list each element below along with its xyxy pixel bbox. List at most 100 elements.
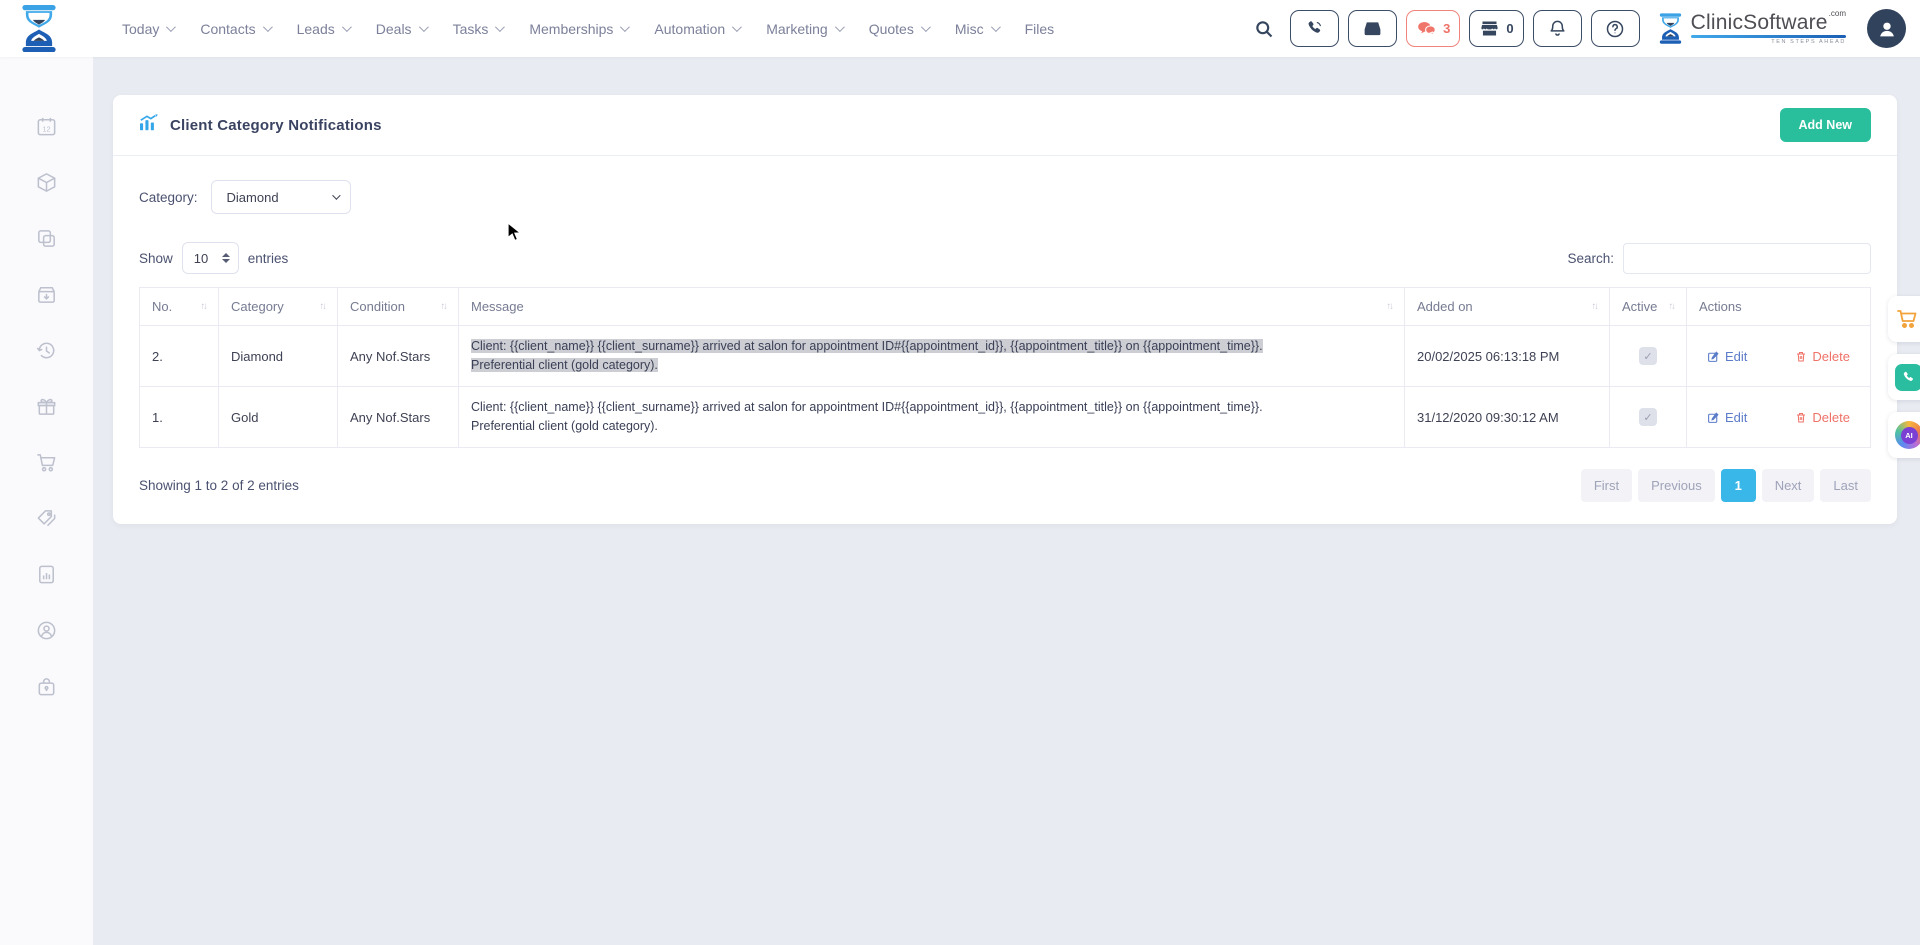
cell-category: Gold [219, 387, 338, 448]
chevron-down-icon [620, 22, 630, 32]
chat-count-badge: 3 [1443, 21, 1450, 36]
column-header-condition[interactable]: Condition↑↓ [338, 288, 459, 326]
edit-button[interactable]: Edit [1707, 349, 1747, 364]
sort-icon: ↑↓ [441, 301, 447, 312]
pagination-last-button[interactable]: Last [1820, 469, 1871, 502]
column-header-message[interactable]: Message↑↓ [459, 288, 1405, 326]
brand-underline [1691, 35, 1846, 38]
pagination: First Previous 1 Next Last [1581, 469, 1871, 502]
cell-no: 1. [140, 387, 219, 448]
edit-button[interactable]: Edit [1707, 410, 1747, 425]
nav-item-marketing[interactable]: Marketing [766, 21, 841, 37]
table-row: 2. Diamond Any Nof.Stars Client: {{clien… [140, 326, 1871, 387]
ai-widget[interactable]: AI [1888, 412, 1920, 458]
inbox-icon[interactable] [1348, 10, 1397, 47]
nav-item-automation[interactable]: Automation [654, 21, 739, 37]
cell-message: Client: {{client_name}} {{client_surname… [459, 326, 1405, 387]
nav-item-contacts[interactable]: Contacts [200, 21, 269, 37]
chevron-down-icon [332, 191, 340, 199]
nav-item-tasks[interactable]: Tasks [453, 21, 503, 37]
pos-icon[interactable]: 0 [1469, 10, 1523, 47]
pagination-next-button[interactable]: Next [1762, 469, 1815, 502]
clinicsoftware-logo[interactable]: ClinicSoftware .com TEN STEPS AHEAD [1657, 12, 1846, 46]
nav-label: Marketing [766, 21, 827, 37]
ai-icon: AI [1895, 421, 1920, 449]
chevron-down-icon [419, 22, 429, 32]
nav-label: Misc [955, 21, 984, 37]
report-icon[interactable] [35, 563, 58, 586]
support-icon[interactable] [35, 619, 58, 642]
cart-icon[interactable] [35, 451, 58, 474]
nav-label: Files [1025, 21, 1055, 37]
column-header-actions: Actions [1687, 288, 1871, 326]
nav-item-deals[interactable]: Deals [376, 21, 426, 37]
phone-icon[interactable] [1290, 10, 1339, 47]
nav-item-memberships[interactable]: Memberships [529, 21, 627, 37]
archive-box-icon[interactable] [35, 283, 58, 306]
cell-category: Diamond [219, 326, 338, 387]
pagination-first-button[interactable]: First [1581, 469, 1632, 502]
gift-icon[interactable] [35, 395, 58, 418]
column-header-added-on[interactable]: Added on↑↓ [1405, 288, 1610, 326]
show-label: Show [139, 251, 173, 266]
delete-button[interactable]: Delete [1795, 410, 1850, 425]
delete-button[interactable]: Delete [1795, 349, 1850, 364]
nav-label: Quotes [869, 21, 914, 37]
add-new-button[interactable]: Add New [1780, 108, 1871, 142]
phone-widget[interactable] [1888, 354, 1920, 400]
search-label: Search: [1567, 251, 1614, 266]
user-avatar[interactable] [1867, 9, 1906, 48]
copy-icon[interactable] [35, 227, 58, 250]
sort-icon: ↑↓ [201, 301, 207, 312]
column-header-category[interactable]: Category↑↓ [219, 288, 338, 326]
chat-icon[interactable]: 3 [1406, 10, 1460, 47]
chevron-down-icon [342, 22, 352, 32]
nav-item-leads[interactable]: Leads [297, 21, 349, 37]
nav-label: Deals [376, 21, 412, 37]
cell-active: ✓ [1610, 326, 1687, 387]
cell-no: 2. [140, 326, 219, 387]
pagination-previous-button[interactable]: Previous [1638, 469, 1715, 502]
nav-label: Tasks [453, 21, 489, 37]
cart-widget[interactable] [1888, 296, 1920, 342]
table-summary: Showing 1 to 2 of 2 entries [139, 478, 299, 493]
category-selected-value: Diamond [227, 190, 279, 205]
lock-icon[interactable] [35, 675, 58, 698]
category-select[interactable]: Diamond [211, 180, 351, 214]
chart-title-icon [139, 114, 158, 136]
column-header-active[interactable]: Active↑↓ [1610, 288, 1687, 326]
help-icon[interactable] [1591, 10, 1640, 47]
active-checkbox[interactable]: ✓ [1639, 347, 1657, 365]
pagination-page-1-button[interactable]: 1 [1721, 469, 1756, 502]
cell-condition: Any Nof.Stars [338, 326, 459, 387]
app-logo-hourglass-icon[interactable] [18, 5, 60, 53]
package-icon[interactable] [35, 171, 58, 194]
brand-tagline: TEN STEPS AHEAD [1691, 40, 1846, 46]
page-length-value: 10 [194, 251, 208, 266]
cell-active: ✓ [1610, 387, 1687, 448]
active-checkbox[interactable]: ✓ [1639, 408, 1657, 426]
card-body: Category: Diamond Show 10 entries Search… [113, 156, 1897, 524]
bell-icon[interactable] [1533, 10, 1582, 47]
chevron-down-icon [921, 22, 931, 32]
sort-icon: ↑↓ [320, 301, 326, 312]
message-line-2: Preferential client (gold category). [471, 358, 658, 372]
nav-item-misc[interactable]: Misc [955, 21, 998, 37]
sort-icon: ↑↓ [1387, 301, 1393, 312]
page-length-select[interactable]: 10 [182, 242, 239, 274]
tags-icon[interactable] [35, 507, 58, 530]
nav-label: Memberships [529, 21, 613, 37]
column-header-no[interactable]: No.↑↓ [140, 288, 219, 326]
brand-name: ClinicSoftware [1691, 12, 1828, 33]
nav-item-files[interactable]: Files [1025, 21, 1055, 37]
history-icon[interactable] [35, 339, 58, 362]
search-icon[interactable] [1247, 10, 1281, 47]
cell-condition: Any Nof.Stars [338, 387, 459, 448]
nav-item-quotes[interactable]: Quotes [869, 21, 928, 37]
cart-icon [1895, 307, 1919, 331]
calendar-icon[interactable]: 12 [35, 115, 58, 138]
table-search-input[interactable] [1623, 243, 1871, 274]
nav-item-today[interactable]: Today [122, 21, 173, 37]
message-line-1: Client: {{client_name}} {{client_surname… [471, 339, 1263, 353]
notifications-table: No.↑↓ Category↑↓ Condition↑↓ Message↑↓ A… [139, 287, 1871, 448]
